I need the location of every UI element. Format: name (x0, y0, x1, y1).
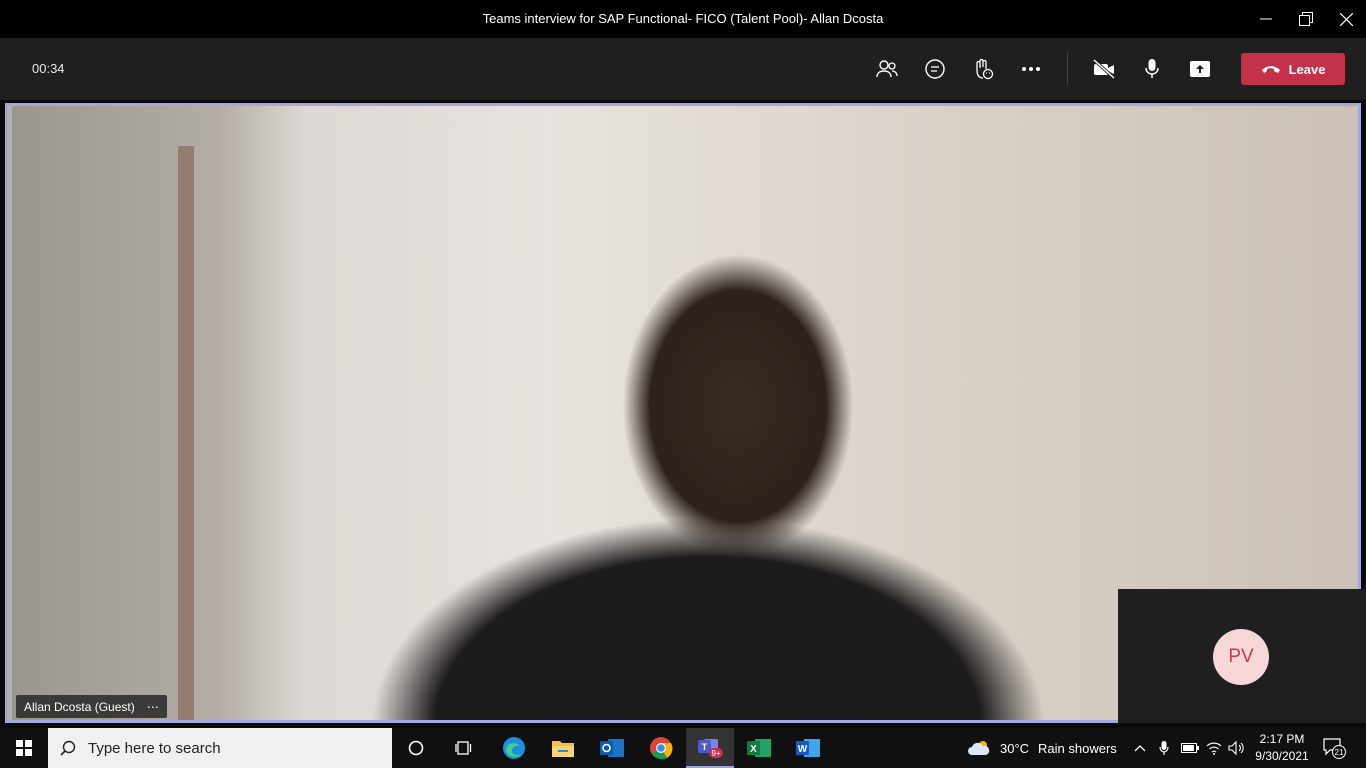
search-icon (48, 740, 88, 756)
svg-text:T: T (702, 742, 708, 752)
svg-text:X: X (750, 744, 757, 755)
clock-date: 9/30/2021 (1255, 749, 1309, 763)
windows-logo-icon (16, 740, 32, 756)
microphone-icon (1145, 59, 1159, 78)
minimize-icon (1260, 18, 1272, 20)
folder-icon (552, 741, 574, 757)
participant-name: Allan Dcosta (Guest) (24, 699, 135, 714)
excel-app[interactable]: X (735, 728, 783, 768)
task-view-button[interactable] (440, 728, 488, 768)
leave-button[interactable]: Leave (1241, 53, 1345, 85)
wifi-icon (1206, 742, 1222, 755)
share-tray-icon (1190, 61, 1210, 77)
weather-widget[interactable]: 30°C Rain showers (968, 728, 1117, 768)
self-view-tile[interactable]: PV (1118, 589, 1366, 723)
battery-icon (1181, 743, 1199, 753)
show-hidden-icons-button[interactable] (1134, 728, 1146, 768)
word-icon: W (796, 739, 820, 757)
word-app[interactable]: W (784, 728, 832, 768)
meeting-toolbar: 00:34 Leave (0, 38, 1366, 100)
camera-toggle-button[interactable] (1088, 53, 1120, 85)
people-icon (876, 60, 898, 78)
tray-battery[interactable] (1181, 728, 1199, 768)
file-explorer-app[interactable] (539, 728, 587, 768)
teams-icon: T9+ (698, 739, 723, 758)
close-icon (1339, 12, 1353, 26)
call-timer: 00:34 (32, 61, 65, 76)
more-icon (1022, 67, 1040, 71)
start-button[interactable] (0, 728, 48, 768)
share-screen-button[interactable] (1184, 53, 1216, 85)
participants-button[interactable] (871, 53, 903, 85)
close-button[interactable] (1323, 0, 1366, 38)
chrome-icon (650, 737, 673, 760)
weather-temperature: 30°C (1000, 740, 1030, 756)
outlook-icon (600, 739, 624, 757)
participant-more-icon[interactable]: ⋯ (147, 700, 159, 714)
raise-hand-icon (976, 58, 994, 80)
notification-count: 21 (1335, 748, 1344, 757)
title-bar: Teams interview for SAP Functional- FICO… (0, 0, 1366, 38)
chevron-up-icon (1134, 745, 1146, 752)
action-center-button[interactable]: 21 (1322, 728, 1346, 768)
microphone-toggle-button[interactable] (1136, 53, 1168, 85)
avatar: PV (1213, 629, 1269, 685)
microphone-tray-icon (1159, 741, 1169, 755)
more-actions-button[interactable] (1015, 53, 1047, 85)
search-placeholder: Type here to search (88, 739, 221, 757)
speaker-icon (1228, 741, 1244, 755)
participant-name-label[interactable]: Allan Dcosta (Guest) ⋯ (16, 695, 167, 718)
task-view-icon (455, 741, 472, 755)
clock-time: 2:17 PM (1259, 732, 1305, 746)
restore-icon (1299, 12, 1313, 26)
tray-volume[interactable] (1228, 728, 1246, 768)
taskbar: Type here to search T 9+ X W 30°C Rain sh… (0, 728, 1366, 768)
teams-app[interactable]: T 9+ (686, 728, 734, 768)
cloud-sun-icon (968, 741, 990, 755)
svg-text:W: W (798, 744, 808, 755)
camera-off-icon (1092, 59, 1116, 79)
tray-microphone[interactable] (1159, 728, 1169, 768)
leave-label: Leave (1288, 61, 1326, 77)
cortana-button[interactable] (392, 728, 440, 768)
video-background-frame (178, 146, 194, 720)
edge-app[interactable] (490, 728, 538, 768)
weather-description: Rain showers (1038, 740, 1117, 756)
excel-icon: X (747, 739, 771, 757)
toolbar-divider (1067, 53, 1068, 85)
outlook-app[interactable] (588, 728, 636, 768)
hang-up-icon (1261, 66, 1280, 73)
cortana-icon (408, 740, 424, 756)
taskbar-clock[interactable]: 2:17 PM 9/30/2021 (1252, 731, 1312, 765)
chat-button[interactable] (919, 53, 951, 85)
notification-icon: 21 (1323, 738, 1346, 759)
chat-icon (925, 59, 945, 79)
taskbar-search[interactable]: Type here to search (48, 728, 392, 768)
tray-network[interactable] (1206, 728, 1222, 768)
teams-badge: 9+ (711, 749, 720, 758)
window-title: Teams interview for SAP Functional- FICO… (482, 11, 884, 26)
reactions-button[interactable] (967, 53, 999, 85)
chrome-app[interactable] (637, 728, 685, 768)
edge-icon (503, 737, 525, 759)
